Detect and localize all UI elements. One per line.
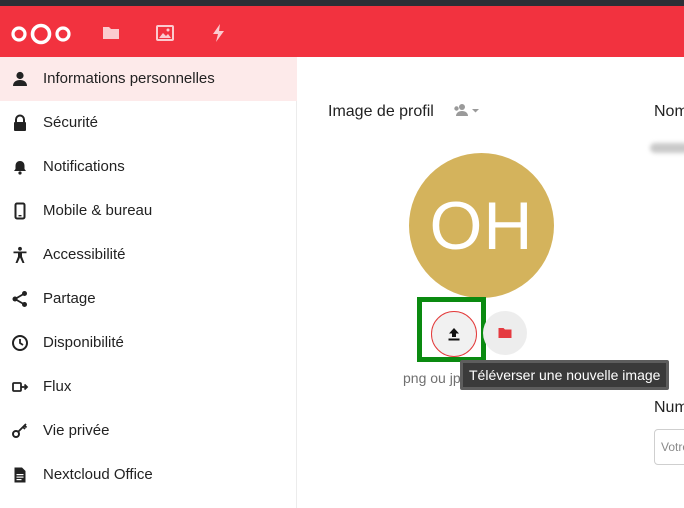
image-icon[interactable]: [155, 23, 175, 43]
lightning-icon[interactable]: [209, 23, 229, 43]
sidebar-item-label: Flux: [43, 378, 72, 395]
nextcloud-logo[interactable]: [10, 23, 72, 45]
settings-sidebar: Informations personnelles Sécurité Notif…: [0, 57, 297, 508]
contacts-icon: [454, 104, 468, 116]
sidebar-item-label: Mobile & bureau: [43, 202, 153, 219]
file-format-hint: png ou jpg: [403, 370, 469, 386]
profile-image-title: Image de profil: [328, 103, 434, 120]
key-icon: [12, 423, 28, 438]
sidebar-item-sharing[interactable]: Partage: [0, 277, 297, 321]
user-icon: [13, 71, 27, 86]
sidebar-item-notifications[interactable]: Notifications: [0, 145, 297, 189]
clock-icon: [12, 335, 28, 351]
folder-icon[interactable]: [101, 23, 121, 43]
sidebar-item-label: Sécurité: [43, 114, 99, 131]
visibility-scope-button[interactable]: [452, 101, 482, 121]
sidebar-item-personal-info[interactable]: Informations personnelles: [0, 57, 297, 101]
avatar: OH: [409, 153, 554, 298]
chevron-down-icon: [472, 109, 479, 113]
upload-tooltip: Téléverser une nouvelle image: [460, 360, 670, 390]
folder-icon: [498, 328, 512, 338]
settings-content: Image de profil Nom OH png ou jpg Téléve…: [298, 57, 684, 508]
choose-from-files-button[interactable]: [483, 311, 527, 355]
upload-icon: [448, 328, 460, 341]
sidebar-item-label: Nextcloud Office: [43, 466, 153, 483]
sidebar-item-security[interactable]: Sécurité: [0, 101, 297, 145]
sidebar-item-privacy[interactable]: Vie privée: [0, 409, 297, 453]
sidebar-item-label: Vie privée: [43, 422, 110, 439]
top-app-bar: [0, 6, 684, 57]
sidebar-item-mobile-desktop[interactable]: Mobile & bureau: [0, 189, 297, 233]
avatar-initials: OH: [429, 187, 534, 264]
activity-icon: [12, 382, 29, 392]
sidebar-item-availability[interactable]: Disponibilité: [0, 321, 297, 365]
blurred-name-value: [650, 143, 684, 153]
lock-icon: [14, 114, 26, 131]
share-icon: [12, 291, 27, 307]
document-icon: [14, 467, 26, 483]
sidebar-item-accessibility[interactable]: Accessibilité: [0, 233, 297, 277]
sidebar-item-nextcloud-office[interactable]: Nextcloud Office: [0, 453, 297, 497]
phone-icon: [14, 202, 26, 220]
phone-number-input[interactable]: [654, 429, 684, 465]
sidebar-item-label: Informations personnelles: [43, 70, 215, 87]
accessibility-icon: [13, 246, 27, 263]
sidebar-item-label: Partage: [43, 290, 96, 307]
upload-image-button[interactable]: [431, 311, 477, 357]
sidebar-item-label: Notifications: [43, 158, 125, 175]
bell-icon: [14, 161, 26, 175]
sidebar-item-label: Disponibilité: [43, 334, 124, 351]
name-label: Nom: [654, 103, 684, 120]
sidebar-item-activity[interactable]: Flux: [0, 365, 297, 409]
phone-number-label: Num: [654, 399, 684, 416]
sidebar-item-label: Accessibilité: [43, 246, 126, 263]
